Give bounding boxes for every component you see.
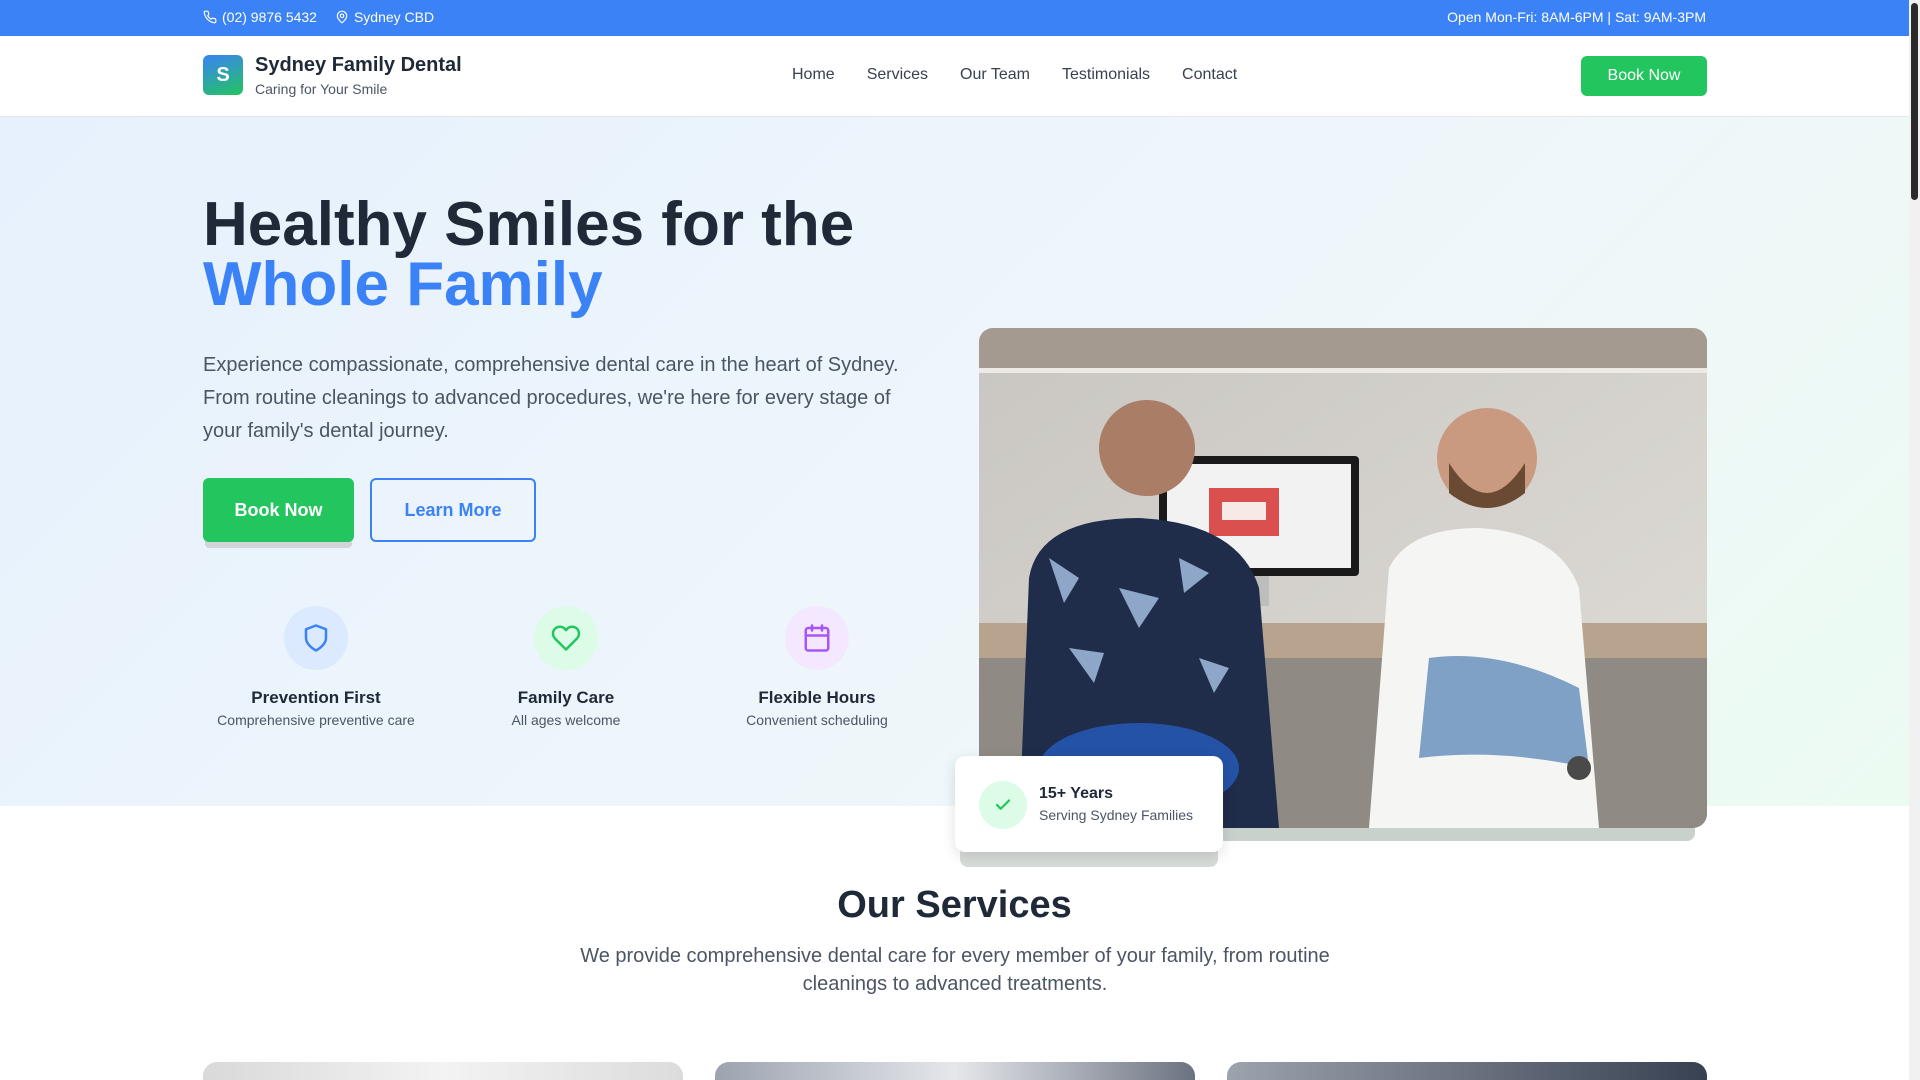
feature-title: Family Care [517, 688, 615, 707]
hero-photo [979, 328, 1707, 828]
dental-consultation-image [979, 328, 1707, 828]
feature-description: Convenient scheduling [746, 712, 888, 728]
badge-title: 15+ Years [1039, 785, 1114, 802]
scrollbar-thumb[interactable] [1911, 3, 1918, 200]
brand-name[interactable]: Sydney Family Dental [255, 54, 462, 77]
calendar-icon [785, 606, 849, 670]
main-nav: Home Services Our Team Testimonials Cont… [792, 66, 1237, 84]
hero-title-line1: Healthy Smiles for the [203, 190, 855, 259]
location-info: Sydney CBD [335, 9, 434, 25]
location-text: Sydney CBD [353, 9, 435, 25]
nav-services[interactable]: Services [867, 66, 928, 84]
feature-family-care: Family Care All ages welcome [441, 606, 691, 728]
page-scrollbar[interactable] [1909, 0, 1920, 1080]
hero-description: Experience compassionate, comprehensive … [203, 354, 899, 442]
shield-icon [284, 606, 348, 670]
hero-section: Healthy Smiles for the Whole Family Expe… [0, 117, 1909, 867]
feature-title: Flexible Hours [758, 688, 876, 707]
phone-icon [203, 10, 217, 24]
feature-flexible-hours: Flexible Hours Convenient scheduling [692, 606, 942, 728]
services-heading: Our Services [837, 884, 1072, 926]
nav-testimonials[interactable]: Testimonials [1062, 66, 1150, 84]
feature-prevention: Prevention First Comprehensive preventiv… [191, 606, 441, 728]
experience-badge: 15+ Years Serving Sydney Families [955, 756, 1223, 852]
check-icon [979, 781, 1027, 829]
feature-description: All ages welcome [511, 712, 621, 728]
service-card-image[interactable] [715, 1062, 1195, 1080]
learn-more-button[interactable]: Learn More [370, 478, 536, 542]
phone-number: (02) 9876 5432 [222, 9, 317, 25]
header-book-now-button[interactable]: Book Now [1581, 56, 1707, 96]
hero-title-accent: Whole Family [203, 250, 603, 319]
contact-info: (02) 9876 5432 Sydney CBD [203, 9, 434, 25]
heart-icon [534, 606, 598, 670]
feature-description: Comprehensive preventive care [217, 712, 415, 728]
logo-icon[interactable]: S [203, 55, 243, 95]
brand-tagline: Caring for Your Smile [255, 81, 388, 97]
badge-subtitle: Serving Sydney Families [1039, 807, 1194, 823]
hero-book-now-button[interactable]: Book Now [203, 478, 354, 542]
service-card-image[interactable] [203, 1062, 683, 1080]
map-pin-icon [336, 10, 348, 24]
phone-link[interactable]: (02) 9876 5432 [203, 9, 317, 25]
feature-title: Prevention First [251, 688, 381, 707]
services-description: We provide comprehensive dental care for… [580, 945, 1330, 995]
service-card-image[interactable] [1227, 1062, 1707, 1080]
top-info-bar: (02) 9876 5432 Sydney CBD Open Mon-Fri: … [0, 0, 1909, 36]
nav-our-team[interactable]: Our Team [960, 66, 1030, 84]
opening-hours: Open Mon-Fri: 8AM-6PM | Sat: 9AM-3PM [1447, 9, 1706, 25]
site-header: S Sydney Family Dental Caring for Your S… [0, 36, 1909, 117]
hero-title: Healthy Smiles for the Whole Family [203, 194, 854, 319]
nav-home[interactable]: Home [792, 66, 835, 84]
nav-contact[interactable]: Contact [1182, 66, 1237, 84]
